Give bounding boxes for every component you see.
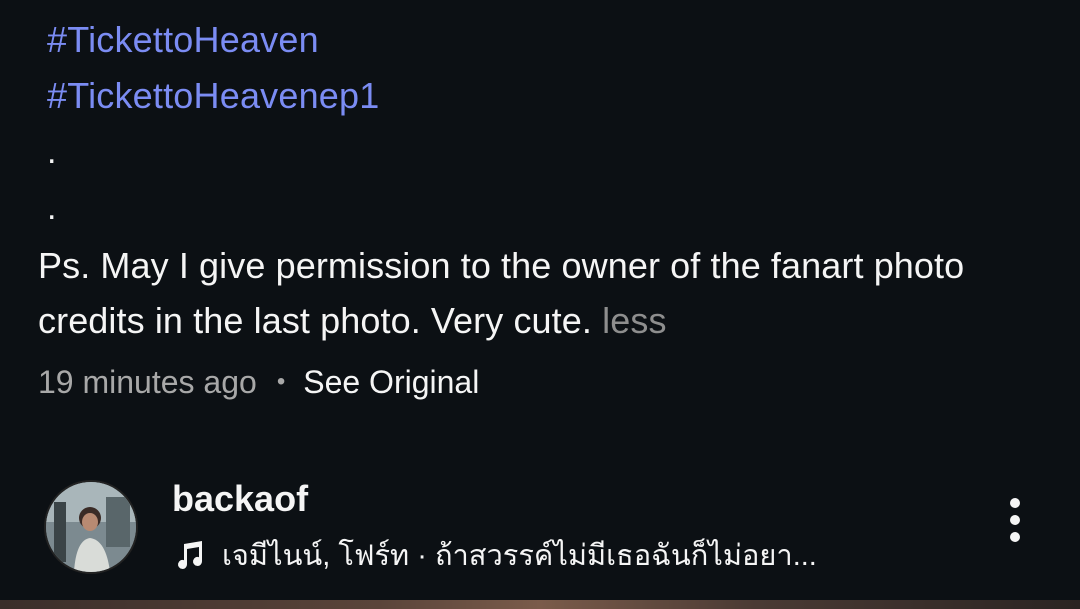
post-username[interactable]: backaof [172,478,308,520]
more-vertical-icon-dot [1010,515,1020,525]
more-options-button[interactable] [1002,498,1030,554]
more-vertical-icon [1010,498,1020,508]
hashtag-link[interactable]: #TickettoHeaven [47,12,1048,68]
post-header: backaof เจมีไนน์, โฟร์ท · ถ้าสวรรค์ไม่มี… [44,478,1044,578]
post-meta: 19 minutes ago • See Original [38,360,479,404]
avatar[interactable] [44,480,138,574]
caption-dot: . [47,189,57,227]
music-note-icon [178,541,203,569]
see-original-button[interactable]: See Original [303,360,479,404]
music-track-text: เจมีไนน์, โฟร์ท · ถ้าสวรรค์ไม่มีเธอฉันก็… [222,540,817,572]
post-media-preview[interactable] [0,600,1080,609]
caption-body: Ps. May I give permission to the owner o… [38,238,1048,348]
post-caption: #TickettoHeaven #TickettoHeavenep1 . . P… [38,12,1048,348]
caption-dot: . [47,133,57,171]
caption-text: Ps. May I give permission to the owner o… [38,245,965,341]
less-button[interactable]: less [602,300,666,341]
more-vertical-icon-dot [1010,532,1020,542]
meta-separator: • [276,368,286,395]
hashtag-link[interactable]: #TickettoHeavenep1 [47,68,1048,124]
post-timestamp: 19 minutes ago [38,364,257,400]
music-info[interactable]: เจมีไนน์, โฟร์ท · ถ้าสวรรค์ไม่มีเธอฉันก็… [172,536,817,576]
avatar-image [46,482,136,572]
